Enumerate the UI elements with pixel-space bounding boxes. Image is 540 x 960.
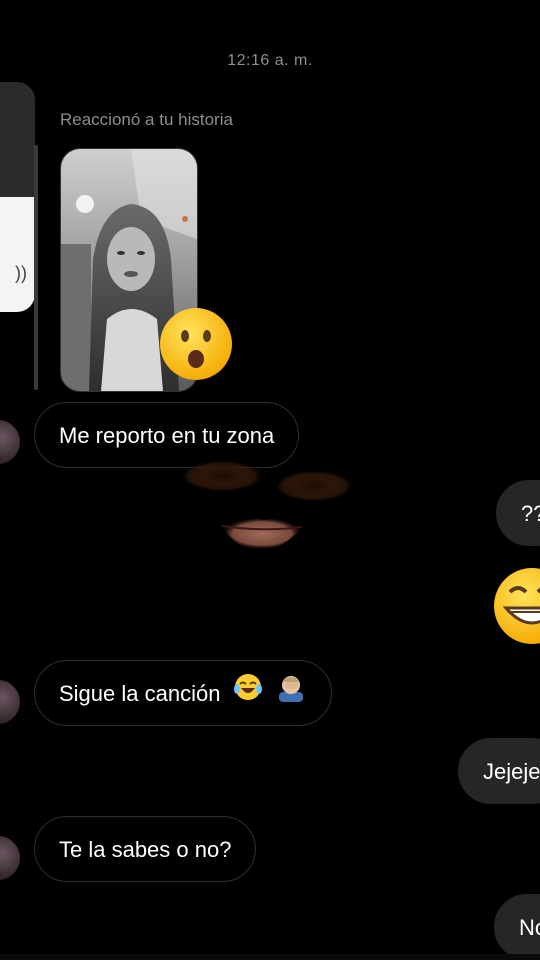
incoming-message-bubble[interactable]: Te la sabes o no? [34,816,257,882]
floating-card-top [0,82,35,197]
message-text: Jejeje [483,759,540,784]
outgoing-message-bubble[interactable]: ?? [496,480,540,546]
outgoing-message-bubble[interactable]: Jejeje [458,738,540,804]
message-text: No [519,915,540,940]
contact-avatar[interactable] [0,680,20,724]
facepalm-emoji-icon [275,662,307,728]
tears-of-joy-emoji-icon [233,662,263,728]
message-text: Sigue la canción [59,681,221,706]
reply-thread-line [34,145,38,390]
floating-card-bottom: )) [0,197,35,312]
contact-avatar[interactable] [0,836,20,880]
floating-audio-card[interactable]: )) [0,82,35,312]
contact-avatar[interactable] [0,420,20,464]
message-text: ?? [521,501,540,526]
bottom-edge [0,954,540,960]
dm-conversation-screen: )) 12:16 a. m. Reaccionó a tu historia M… [0,0,540,960]
story-reaction-label: Reaccionó a tu historia [60,110,233,129]
sticker-face-icon [180,460,354,551]
incoming-message-bubble[interactable]: Sigue la canción [34,660,332,726]
message-timestamp: 12:16 a. m. [227,52,313,69]
message-text: Te la sabes o no? [59,837,232,862]
message-text: Me reporto en tu zona [59,423,275,448]
astonished-emoji-icon [160,308,232,380]
outgoing-message-bubble[interactable]: No [494,894,540,960]
grinning-emoji-icon[interactable] [492,566,540,646]
speaker-sound-icon[interactable]: )) [15,263,27,284]
